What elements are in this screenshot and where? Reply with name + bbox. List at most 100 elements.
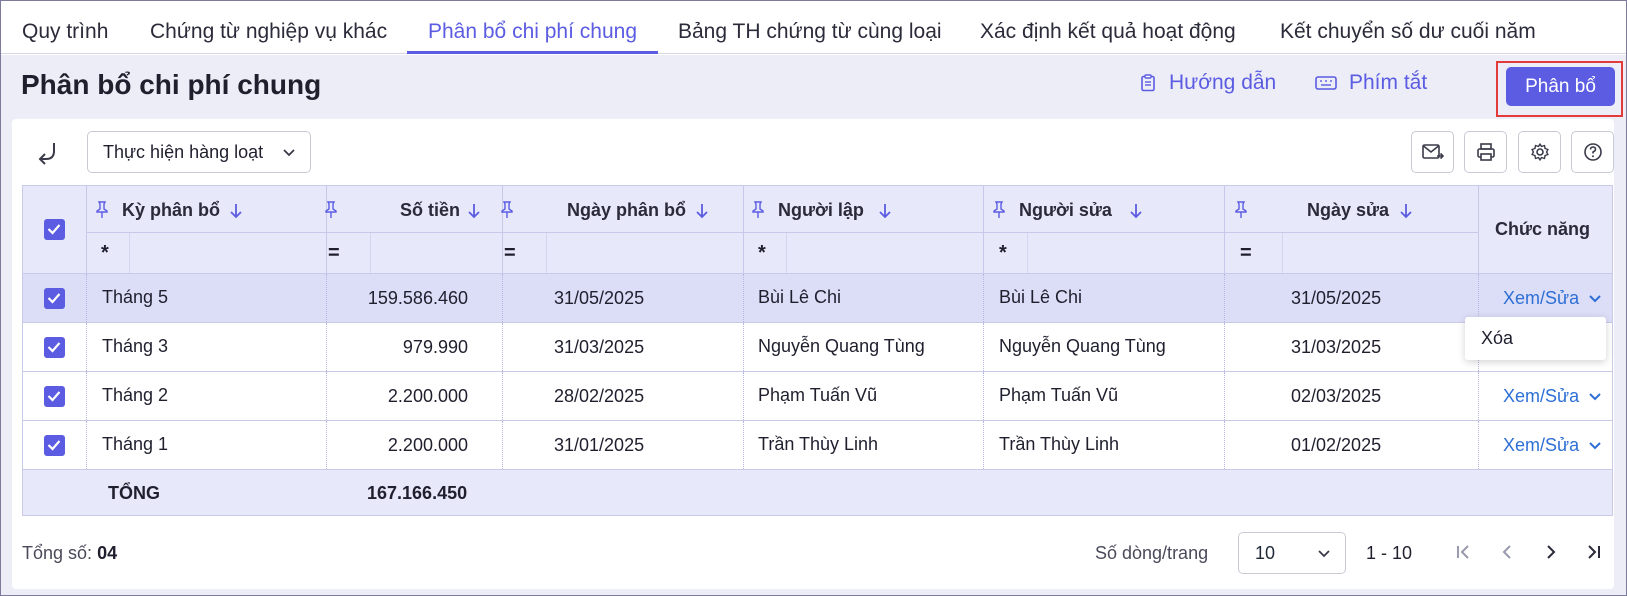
sort-down-icon[interactable]	[229, 202, 243, 220]
table-row[interactable]: Tháng 5 159.586.460 31/05/2025 Bùi Lê Ch…	[23, 273, 1612, 322]
tab-phan-bo-chi-phi-chung[interactable]: Phân bổ chi phí chung	[407, 1, 658, 54]
pin-icon[interactable]	[993, 201, 1005, 219]
sort-down-icon[interactable]	[467, 202, 481, 220]
shortcut-link[interactable]: Phím tắt	[1315, 71, 1427, 95]
phan-bo-button[interactable]: Phân bổ	[1506, 67, 1615, 106]
col-header-so-tien[interactable]: Số tiền	[400, 200, 460, 221]
checkmark-icon	[47, 440, 61, 451]
tab-quy-trinh[interactable]: Quy trình	[1, 1, 129, 54]
pin-icon[interactable]	[325, 201, 337, 219]
cell-alloc-date: 31/05/2025	[554, 288, 645, 308]
col-header-ngay-phan-bo[interactable]: Ngày phân bổ	[567, 200, 686, 221]
chevron-down-icon[interactable]	[1587, 389, 1603, 405]
rows-per-page-value: 10	[1255, 543, 1276, 563]
filter-operator[interactable]: =	[328, 242, 340, 265]
filter-operator[interactable]: *	[101, 242, 109, 265]
print-button[interactable]	[1464, 131, 1507, 173]
cell-creator: Nguyễn Quang Tùng	[758, 336, 925, 356]
cell-edit-date: 01/02/2025	[1291, 435, 1382, 455]
total-count-prefix: Tổng số:	[22, 543, 93, 563]
table-row[interactable]: Tháng 3 979.990 31/03/2025 Nguyễn Quang …	[23, 322, 1612, 371]
guide-link[interactable]: Hướng dẫn	[1139, 71, 1276, 95]
col-header-nguoi-sua[interactable]: Người sửa	[1019, 200, 1112, 221]
sort-down-icon[interactable]	[1129, 202, 1143, 220]
row-checkbox[interactable]	[44, 435, 65, 456]
next-page-icon[interactable]	[1541, 542, 1561, 562]
checkmark-icon	[47, 342, 61, 353]
cell-period: Tháng 5	[102, 287, 169, 307]
view-edit-link[interactable]: Xem/Sửa	[1503, 386, 1579, 407]
cell-editor: Nguyễn Quang Tùng	[999, 336, 1166, 356]
cell-period: Tháng 3	[102, 336, 169, 356]
rows-per-page-select[interactable]: 10	[1238, 532, 1346, 574]
help-button[interactable]	[1571, 131, 1614, 173]
chevron-down-icon[interactable]	[1587, 438, 1603, 454]
checkmark-icon	[47, 293, 61, 304]
cell-creator: Bùi Lê Chi	[758, 287, 842, 307]
cell-creator: Phạm Tuấn Vũ	[758, 385, 878, 405]
sort-down-icon[interactable]	[695, 202, 709, 220]
view-edit-link[interactable]: Xem/Sửa	[1503, 435, 1579, 456]
undo-arrow-icon[interactable]	[36, 139, 62, 165]
col-header-chuc-nang: Chức năng	[1495, 219, 1591, 239]
row-checkbox[interactable]	[44, 337, 65, 358]
checkmark-icon	[47, 224, 61, 235]
select-all-checkbox[interactable]	[44, 219, 65, 240]
pin-icon[interactable]	[1235, 201, 1247, 219]
tab-bang-th-chung-tu[interactable]: Bảng TH chứng từ cùng loại	[657, 1, 963, 54]
chevron-down-icon[interactable]	[1587, 291, 1603, 307]
table-header: Kỳ phân bổ Số tiền Ngày phân bổ Người lậ…	[23, 186, 1612, 273]
sort-down-icon[interactable]	[878, 202, 892, 220]
page-title: Phân bổ chi phí chung	[21, 69, 322, 100]
total-count-label: Tổng số: 04	[22, 543, 117, 564]
row-checkbox[interactable]	[44, 386, 65, 407]
checkmark-icon	[47, 391, 61, 402]
tab-chung-tu-nghiep-vu-khac[interactable]: Chứng từ nghiệp vụ khác	[129, 1, 408, 54]
mail-send-icon	[1421, 144, 1444, 160]
filter-operator[interactable]: =	[1240, 242, 1252, 265]
filter-operator[interactable]: *	[758, 242, 766, 265]
bulk-action-label: Thực hiện hàng loạt	[103, 142, 264, 162]
view-edit-link[interactable]: Xem/Sửa	[1503, 288, 1579, 309]
last-page-icon[interactable]	[1583, 542, 1603, 562]
prev-page-icon[interactable]	[1497, 542, 1517, 562]
table-row[interactable]: Tháng 1 2.200.000 31/01/2025 Trần Thùy L…	[23, 420, 1612, 469]
tab-ket-chuyen-so-du[interactable]: Kết chuyển số dư cuối năm	[1259, 1, 1557, 54]
cell-alloc-date: 28/02/2025	[554, 386, 645, 406]
cell-period: Tháng 1	[102, 434, 169, 454]
total-row: TỔNG 167.166.450	[23, 469, 1612, 515]
sort-down-icon[interactable]	[1399, 202, 1413, 220]
cell-edit-date: 31/03/2025	[1291, 337, 1382, 357]
printer-icon	[1476, 143, 1495, 161]
clipboard-icon	[1141, 74, 1155, 92]
send-email-button[interactable]	[1411, 131, 1454, 173]
pin-icon[interactable]	[752, 201, 764, 219]
cell-editor: Phạm Tuấn Vũ	[999, 385, 1119, 405]
bulk-action-select[interactable]: Thực hiện hàng loạt	[87, 131, 311, 173]
filter-operator[interactable]: =	[504, 242, 516, 265]
cell-amount: 979.990	[402, 337, 468, 357]
filter-operator[interactable]: *	[999, 242, 1007, 265]
col-header-nguoi-lap[interactable]: Người lập	[778, 200, 864, 221]
table-row[interactable]: Tháng 2 2.200.000 28/02/2025 Phạm Tuấn V…	[23, 371, 1612, 420]
page-range: 1 - 10	[1366, 543, 1413, 563]
cell-amount: 2.200.000	[387, 386, 468, 406]
cell-period: Tháng 2	[102, 385, 169, 405]
col-header-ngay-sua[interactable]: Ngày sửa	[1307, 200, 1389, 221]
chevron-down-icon	[1318, 550, 1330, 558]
pin-icon[interactable]	[96, 201, 108, 219]
cell-alloc-date: 31/03/2025	[554, 337, 645, 357]
pin-icon[interactable]	[501, 201, 513, 219]
cell-amount: 159.586.460	[367, 288, 468, 308]
cell-amount: 2.200.000	[387, 435, 468, 455]
chevron-down-icon	[283, 149, 295, 157]
cell-editor: Bùi Lê Chi	[999, 287, 1083, 307]
row-checkbox[interactable]	[44, 288, 65, 309]
tab-xac-dinh-ket-qua[interactable]: Xác định kết quả hoạt động	[959, 1, 1257, 54]
cell-editor: Trần Thùy Linh	[999, 434, 1120, 454]
settings-button[interactable]	[1518, 131, 1561, 173]
row-action-menu-delete[interactable]: Xóa	[1465, 317, 1606, 360]
col-header-ky-phan-bo[interactable]: Kỳ phân bổ	[122, 200, 220, 221]
cell-alloc-date: 31/01/2025	[554, 435, 645, 455]
first-page-icon[interactable]	[1454, 542, 1474, 562]
